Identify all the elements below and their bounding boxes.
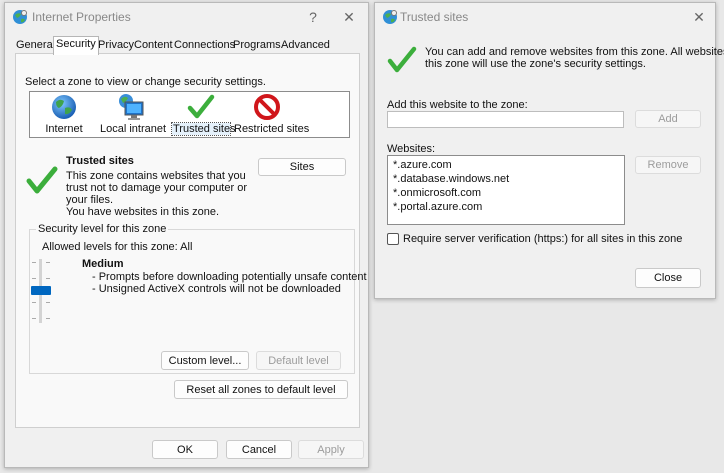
zone-heading: Trusted sites [66, 155, 134, 167]
remove-button[interactable]: Remove [635, 156, 701, 174]
slider-tick [46, 262, 50, 263]
zone-list: Internet Local intranet Trusted sites Re… [29, 91, 350, 138]
zone-label: Local intranet [100, 123, 167, 135]
close-icon[interactable]: ✕ [337, 7, 361, 27]
add-button[interactable]: Add [635, 110, 701, 128]
zone-prompt: Select a zone to view or change security… [25, 76, 266, 88]
tab-programs[interactable]: Programs [233, 38, 281, 54]
dialog-title: Internet Properties [32, 10, 131, 24]
zone-description-line: This zone contains websites that you [66, 170, 246, 182]
slider-tick [32, 318, 36, 319]
globe-icon [52, 95, 76, 119]
list-item[interactable]: *.azure.com [393, 159, 452, 171]
close-icon[interactable]: ✕ [687, 7, 711, 27]
security-tab-panel: Select a zone to view or change security… [15, 53, 367, 428]
zone-trusted-sites[interactable]: Trusted sites [171, 93, 236, 136]
list-item[interactable]: *.onmicrosoft.com [393, 187, 481, 199]
internet-options-icon [383, 10, 397, 24]
list-item[interactable]: *.portal.azure.com [393, 201, 482, 213]
level-bullet: - Prompts before downloading potentially… [92, 271, 367, 283]
sites-button[interactable]: Sites [258, 158, 346, 176]
reset-all-zones-button[interactable]: Reset all zones to default level [174, 380, 348, 399]
security-level-slider-thumb[interactable] [31, 286, 51, 295]
dialog-title: Trusted sites [400, 10, 469, 24]
zone-internet[interactable]: Internet [39, 93, 89, 135]
green-check-icon [387, 46, 417, 73]
help-button[interactable]: ? [301, 7, 325, 27]
level-name: Medium [82, 258, 124, 270]
green-check-icon [187, 94, 215, 119]
slider-tick [32, 278, 36, 279]
info-line: this zone will use the zone's security s… [425, 58, 646, 70]
allowed-levels-label: Allowed levels for this zone: All [42, 241, 193, 253]
apply-button[interactable]: Apply [298, 440, 364, 459]
close-button[interactable]: Close [635, 268, 701, 288]
websites-list[interactable]: *.azure.com *.database.windows.net *.onm… [387, 155, 625, 225]
require-verification-checkbox[interactable] [387, 233, 399, 245]
slider-tick [32, 262, 36, 263]
zone-restricted-sites[interactable]: Restricted sites [234, 93, 310, 135]
ok-button[interactable]: OK [152, 440, 218, 459]
network-computer-icon [119, 94, 144, 120]
zone-label: Internet [45, 123, 83, 135]
tab-connections[interactable]: Connections [174, 38, 235, 54]
level-bullet: - Unsigned ActiveX controls will not be … [92, 283, 341, 295]
slider-tick [46, 318, 50, 319]
tab-content[interactable]: Content [134, 38, 173, 54]
trusted-sites-dialog: Trusted sites ✕ You can add and remove w… [374, 2, 724, 299]
require-verification-label[interactable]: Require server verification (https:) for… [403, 233, 682, 245]
title-bar[interactable]: Trusted sites ✕ [375, 3, 715, 31]
zone-label: Trusted sites [171, 122, 236, 136]
tab-advanced[interactable]: Advanced [281, 38, 330, 54]
zone-label: Restricted sites [234, 123, 310, 135]
list-item[interactable]: *.database.windows.net [393, 173, 509, 185]
tab-general[interactable]: General [16, 38, 55, 54]
trusted-sites-check-icon [26, 166, 58, 194]
tab-privacy[interactable]: Privacy [98, 38, 134, 54]
tab-security[interactable]: Security [53, 36, 99, 55]
security-level-title: Security level for this zone [36, 223, 169, 235]
internet-properties-dialog: Internet Properties ? ✕ General Security… [4, 2, 369, 468]
zone-description-line: You have websites in this zone. [66, 206, 220, 218]
no-entry-icon [254, 94, 280, 120]
zone-description-line: your files. [66, 194, 114, 206]
title-bar[interactable]: Internet Properties ? ✕ [5, 3, 368, 31]
internet-options-icon [13, 10, 27, 24]
zone-description-line: trust not to damage your computer or [66, 182, 247, 194]
slider-tick [32, 302, 36, 303]
info-line: You can add and remove websites from thi… [425, 46, 724, 58]
cancel-button[interactable]: Cancel [226, 440, 292, 459]
default-level-button[interactable]: Default level [256, 351, 341, 370]
add-website-label: Add this website to the zone: [387, 99, 528, 111]
add-website-input[interactable] [387, 111, 624, 128]
websites-label: Websites: [387, 143, 436, 155]
slider-tick [46, 302, 50, 303]
custom-level-button[interactable]: Custom level... [161, 351, 249, 370]
slider-tick [46, 278, 50, 279]
zone-local-intranet[interactable]: Local intranet [100, 93, 167, 135]
